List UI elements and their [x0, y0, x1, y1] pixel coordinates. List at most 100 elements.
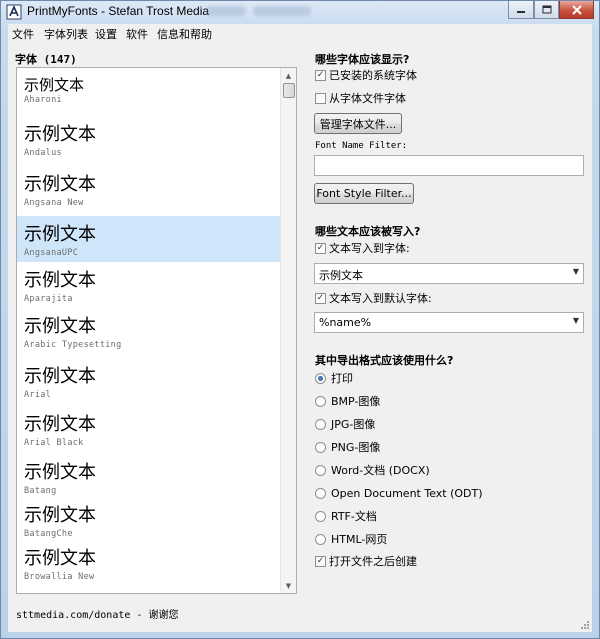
maximize-icon — [542, 5, 551, 14]
export-format-option[interactable]: RTF-文档 — [315, 508, 377, 524]
font-name-label: Andalus — [24, 148, 62, 158]
font-name-filter-input[interactable] — [314, 155, 584, 176]
default-text-dropdown[interactable]: %name% ▼ — [314, 312, 584, 333]
radio-button[interactable] — [315, 418, 326, 430]
font-sample-text: 示例文本 — [24, 124, 96, 145]
font-sample-text: 示例文本 — [24, 224, 96, 245]
write-default-label: 文本写入到默认字体: — [329, 292, 432, 305]
close-icon — [571, 4, 582, 15]
font-list-item[interactable]: 示例文本 Batang — [17, 454, 281, 497]
font-list-item[interactable]: 示例文本 BatangChe — [17, 497, 281, 540]
manage-font-files-button[interactable]: 管理字体文件... — [314, 113, 402, 134]
font-name-label: Angsana New — [24, 198, 84, 208]
close-button[interactable] — [559, 1, 594, 19]
installed-fonts-checkbox[interactable]: ✓ — [315, 69, 326, 81]
font-count-heading: 字体 (147) — [15, 53, 77, 66]
font-sample-text: 示例文本 — [24, 270, 96, 291]
font-sample-text: 示例文本 — [24, 76, 85, 94]
font-app-icon — [6, 4, 22, 20]
minimize-button[interactable] — [508, 1, 534, 19]
font-style-filter-button[interactable]: Font Style Filter... — [314, 183, 414, 204]
installed-fonts-checkbox-row[interactable]: ✓ 已安装的系统字体 — [315, 67, 417, 83]
font-sample-text: 示例文本 — [24, 174, 96, 195]
font-list-item[interactable]: 示例文本 Browallia New — [17, 540, 281, 585]
export-format-option[interactable]: Open Document Text (ODT) — [315, 485, 483, 501]
radio-button[interactable] — [315, 510, 326, 522]
radio-button[interactable] — [315, 464, 326, 476]
export-format-option[interactable]: JPG-图像 — [315, 416, 375, 432]
radio-button[interactable] — [315, 395, 326, 407]
export-format-option[interactable]: BMP-图像 — [315, 393, 380, 409]
font-name-label: Aharoni — [24, 95, 62, 105]
font-name-label: Arial — [24, 390, 52, 400]
font-list-rows: 示例文本 Aharoni 示例文本 Andalus 示例文本 Angsana New 示例文… — [17, 68, 281, 585]
sample-text-dropdown[interactable]: 示例文本 ▼ — [314, 263, 584, 284]
font-list-item[interactable]: 示例文本 AngsanaUPC — [17, 216, 281, 262]
write-text-checkbox-row[interactable]: ✓ 文本写入到字体: — [315, 240, 410, 256]
checkmark-icon: ✓ — [316, 69, 325, 80]
font-name-label: AngsanaUPC — [24, 248, 79, 258]
open-after-label: 打开文件之后创建 — [329, 555, 417, 568]
open-after-checkbox[interactable]: ✓ — [315, 555, 326, 567]
radio-button[interactable] — [315, 372, 326, 384]
export-format-label: 打印 — [331, 372, 353, 385]
export-format-option[interactable]: 打印 — [315, 370, 353, 386]
maximize-button[interactable] — [534, 1, 559, 19]
font-list-item[interactable]: 示例文本 Andalus — [17, 116, 281, 166]
export-section-title: 其中导出格式应该使用什么? — [315, 354, 454, 367]
checkmark-icon: ✓ — [316, 292, 325, 303]
export-format-label: Word-文档 (DOCX) — [331, 464, 430, 477]
font-name-label: Batang — [24, 486, 57, 496]
window-title: PrintMyFonts - Stefan Trost Media — [27, 4, 210, 18]
font-sample-text: 示例文本 — [24, 414, 96, 435]
client-area: 字体 (147) 示例文本 Aharoni 示例文本 Andalus 示例文本 Angsa… — [8, 43, 592, 632]
scroll-up-button[interactable]: ▲ — [281, 68, 296, 83]
radio-button[interactable] — [315, 441, 326, 453]
write-default-checkbox-row[interactable]: ✓ 文本写入到默认字体: — [315, 290, 432, 306]
blurred-title-area — [206, 6, 246, 16]
font-list-item[interactable]: 示例文本 Angsana New — [17, 166, 281, 216]
font-name-filter-label: Font Name Filter: — [315, 141, 408, 151]
font-name-label: Arabic Typesetting — [24, 340, 122, 350]
font-list[interactable]: 示例文本 Aharoni 示例文本 Andalus 示例文本 Angsana New 示例文… — [16, 67, 297, 594]
font-list-item[interactable]: 示例文本 Aharoni — [17, 68, 281, 116]
font-list-item[interactable]: 示例文本 Aparajita — [17, 262, 281, 308]
open-after-checkbox-row[interactable]: ✓ 打开文件之后创建 — [315, 553, 417, 569]
radio-button[interactable] — [315, 533, 326, 545]
scroll-thumb[interactable] — [283, 83, 295, 98]
export-format-label: JPG-图像 — [331, 418, 376, 431]
export-format-option[interactable]: HTML-网页 — [315, 531, 387, 547]
installed-fonts-label: 已安装的系统字体 — [329, 69, 417, 82]
chevron-down-icon: ▼ — [572, 267, 579, 276]
resize-grip-icon[interactable] — [580, 620, 590, 630]
export-format-option[interactable]: PNG-图像 — [315, 439, 380, 455]
export-format-label: RTF-文档 — [331, 510, 377, 523]
font-list-item[interactable]: 示例文本 Arabic Typesetting — [17, 308, 281, 358]
minimize-icon — [517, 10, 525, 13]
radio-button[interactable] — [315, 487, 326, 499]
font-file-checkbox-row[interactable]: 从字体文件字体 — [315, 90, 406, 106]
scroll-down-button[interactable]: ▼ — [281, 578, 296, 593]
font-list-item[interactable]: 示例文本 Arial Black — [17, 406, 281, 454]
write-text-checkbox[interactable]: ✓ — [315, 242, 326, 254]
menu-file[interactable]: 文件 — [12, 26, 34, 42]
menu-font-list[interactable]: 字体列表 — [44, 26, 88, 42]
font-file-checkbox[interactable] — [315, 92, 326, 104]
write-default-checkbox[interactable]: ✓ — [315, 292, 326, 304]
checkmark-icon: ✓ — [316, 555, 325, 566]
radio-selected-dot — [318, 375, 323, 381]
export-format-label: BMP-图像 — [331, 395, 381, 408]
export-format-option[interactable]: Word-文档 (DOCX) — [315, 462, 430, 478]
menu-info-help[interactable]: 信息和帮助 — [157, 26, 212, 42]
vertical-scrollbar[interactable]: ▲ ▼ — [280, 68, 296, 593]
title-bar[interactable]: PrintMyFonts - Stefan Trost Media — [1, 1, 599, 23]
menu-software[interactable]: 软件 — [126, 26, 148, 42]
donate-footer[interactable]: sttmedia.com/donate - 谢谢您 — [16, 606, 178, 621]
font-list-item[interactable]: 示例文本 Arial — [17, 358, 281, 406]
scroll-down-icon: ▼ — [285, 581, 292, 590]
display-section-title: 哪些字体应该显示? — [315, 53, 410, 66]
text-section-title: 哪些文本应该被写入? — [315, 225, 421, 238]
menu-settings[interactable]: 设置 — [95, 26, 117, 42]
blurred-title-area — [253, 6, 311, 16]
sample-text-value: 示例文本 — [319, 269, 363, 282]
